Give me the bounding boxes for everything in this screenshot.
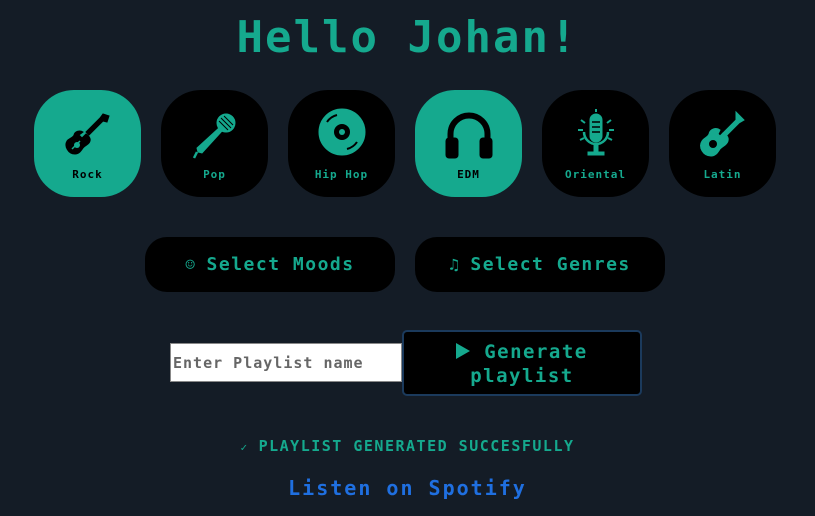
- status-message: ✓ PLAYLIST GENERATED SUCCESFULLY: [0, 437, 815, 455]
- genre-hiphop-button[interactable]: Hip Hop: [288, 90, 395, 197]
- page-title: Hello Johan!: [236, 12, 579, 63]
- select-genres-label: Select Genres: [470, 254, 631, 275]
- generate-label-line1: Generate: [484, 341, 588, 363]
- electric-guitar-icon: [65, 113, 110, 155]
- select-genres-button[interactable]: ♫ Select Genres: [415, 237, 665, 292]
- select-moods-button[interactable]: ☺ Select Moods: [145, 237, 395, 292]
- genre-label: Rock: [72, 168, 103, 181]
- genre-oriental-button[interactable]: Oriental: [542, 90, 649, 197]
- genre-edm-button[interactable]: EDM: [415, 90, 522, 197]
- genre-label: EDM: [457, 168, 480, 181]
- genre-latin-button[interactable]: Latin: [669, 90, 776, 197]
- music-note-icon: ♫: [449, 255, 461, 274]
- playlist-name-input[interactable]: [170, 343, 402, 382]
- genre-pop-button[interactable]: Pop: [161, 90, 268, 197]
- microphone-icon: [192, 113, 235, 159]
- genre-label: Oriental: [565, 168, 626, 181]
- genre-label: Pop: [203, 168, 226, 181]
- acoustic-guitar-icon: [699, 110, 745, 157]
- status-text: PLAYLIST GENERATED SUCCESFULLY: [258, 437, 575, 455]
- select-moods-label: Select Moods: [206, 254, 355, 275]
- generate-label-line2: playlist: [470, 365, 574, 387]
- check-icon: ✓: [240, 441, 249, 454]
- genre-list: Rock Pop Hip Hop EDM Oriental Latin: [34, 90, 794, 197]
- vinyl-record-icon: [318, 108, 365, 156]
- play-icon: [456, 343, 471, 359]
- smiley-icon: ☺: [185, 255, 197, 274]
- genre-label: Latin: [703, 168, 742, 181]
- generate-playlist-button[interactable]: Generate playlist: [402, 330, 642, 396]
- listen-on-spotify-link[interactable]: Listen on Spotify: [0, 476, 815, 500]
- genre-label: Hip Hop: [314, 168, 369, 181]
- genre-rock-button[interactable]: Rock: [34, 90, 141, 197]
- oriental-microphone-icon: [577, 109, 614, 156]
- headphones-icon: [445, 112, 492, 159]
